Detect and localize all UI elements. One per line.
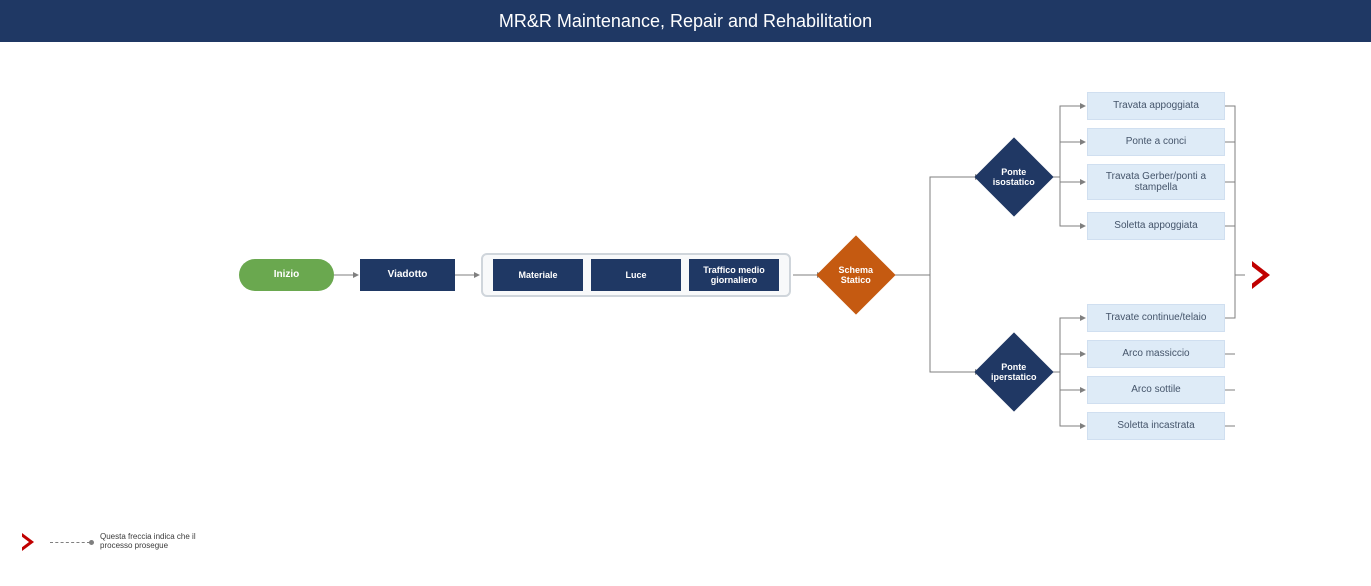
- leaf-travate-continue: Travate continue/telaio: [1087, 304, 1225, 332]
- leaf-arco-sottile: Arco sottile: [1087, 376, 1225, 404]
- leaf-arco-massiccio: Arco massiccio: [1087, 340, 1225, 368]
- leaf-label: Travata Gerber/ponti a stampella: [1092, 171, 1220, 194]
- diagram-canvas: Inizio Viadotto Materiale Luce Traffico …: [0, 42, 1371, 586]
- traffico-node: Traffico medio giornaliero: [689, 259, 779, 291]
- leaf-label: Arco sottile: [1131, 384, 1180, 396]
- leaf-label: Soletta appoggiata: [1114, 220, 1197, 232]
- materiale-node: Materiale: [493, 259, 583, 291]
- leaf-soletta-incastrata: Soletta incastrata: [1087, 412, 1225, 440]
- ponte-isostatico-label: Ponte isostatico: [990, 167, 1038, 188]
- page-title: MR&R Maintenance, Repair and Rehabilitat…: [499, 11, 872, 32]
- leaf-label: Ponte a conci: [1126, 136, 1187, 148]
- legend-continue-arrow-icon: [22, 532, 40, 552]
- ponte-iperstatico-node: Ponte iperstatico: [974, 332, 1053, 411]
- schema-statico-node: Schema Statico: [816, 235, 895, 314]
- viadotto-node: Viadotto: [360, 259, 455, 291]
- leaf-label: Soletta incastrata: [1117, 420, 1194, 432]
- leaf-label: Travata appoggiata: [1113, 100, 1199, 112]
- materiale-label: Materiale: [518, 270, 557, 280]
- page-header: MR&R Maintenance, Repair and Rehabilitat…: [0, 0, 1371, 42]
- leaf-travata-gerber: Travata Gerber/ponti a stampella: [1087, 164, 1225, 200]
- leaf-label: Arco massiccio: [1122, 348, 1189, 360]
- luce-node: Luce: [591, 259, 681, 291]
- leaf-ponte-a-conci: Ponte a conci: [1087, 128, 1225, 156]
- viadotto-label: Viadotto: [388, 269, 428, 281]
- start-node: Inizio: [239, 259, 334, 291]
- leaf-label: Travate continue/telaio: [1106, 312, 1207, 324]
- ponte-isostatico-node: Ponte isostatico: [974, 137, 1053, 216]
- leaf-soletta-appoggiata: Soletta appoggiata: [1087, 212, 1225, 240]
- ponte-iperstatico-label: Ponte iperstatico: [990, 362, 1038, 383]
- leaf-travata-appoggiata: Travata appoggiata: [1087, 92, 1225, 120]
- luce-label: Luce: [625, 270, 646, 280]
- start-label: Inizio: [274, 269, 300, 281]
- legend-connector-icon: [50, 542, 90, 543]
- legend-text: Questa freccia indica che il processo pr…: [100, 533, 230, 551]
- traffico-label: Traffico medio giornaliero: [693, 265, 775, 286]
- legend: Questa freccia indica che il processo pr…: [22, 532, 230, 552]
- schema-statico-label: Schema Statico: [832, 265, 880, 286]
- attributes-container: Materiale Luce Traffico medio giornalier…: [481, 253, 791, 297]
